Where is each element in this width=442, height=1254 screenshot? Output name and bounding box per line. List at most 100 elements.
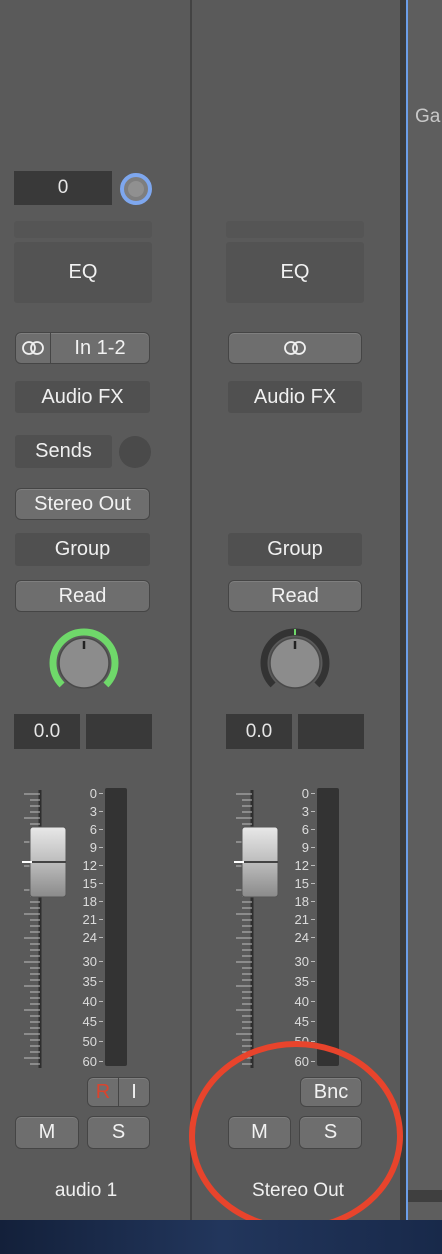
meter-scale-dash bbox=[99, 847, 103, 848]
eq-thumbnail[interactable] bbox=[14, 221, 152, 238]
meter-scale: 0 3 6 9 12 15 18 21 24 30 35 40 45 50 60 bbox=[281, 786, 315, 1068]
meter-scale-dash bbox=[99, 1041, 103, 1042]
input-gain-field[interactable]: 0 bbox=[14, 171, 112, 205]
meter-scale-tick: 60 bbox=[82, 1054, 97, 1069]
meter-scale-dash bbox=[99, 883, 103, 884]
automation-mode-button[interactable]: Read bbox=[228, 580, 362, 612]
gain-label: Ga bbox=[415, 106, 441, 127]
mixer-window: 0 EQ In 1-2 Audio FX Sends Stereo Out Gr… bbox=[0, 0, 442, 1220]
meter-scale-dash bbox=[99, 981, 103, 982]
unity-gain-marker bbox=[234, 861, 244, 863]
volume-value-field[interactable]: 0.0 bbox=[14, 714, 80, 749]
meter-scale-tick: 18 bbox=[294, 894, 309, 909]
meter-scale-tick: 50 bbox=[82, 1034, 97, 1049]
meter-scale-tick: 3 bbox=[301, 804, 309, 819]
level-meter bbox=[105, 788, 127, 1066]
meter-scale-dash bbox=[311, 793, 315, 794]
pan-knob[interactable] bbox=[46, 627, 122, 701]
desktop-background bbox=[0, 1220, 442, 1254]
meter-scale-dash bbox=[99, 901, 103, 902]
pan-knob[interactable] bbox=[257, 627, 333, 701]
stereo-link-icon[interactable] bbox=[15, 332, 51, 364]
channel-strip-audio-1: 0 EQ In 1-2 Audio FX Sends Stereo Out Gr… bbox=[0, 0, 190, 1220]
meter-scale-tick: 3 bbox=[89, 804, 97, 819]
meter-scale-tick: 12 bbox=[294, 858, 309, 873]
volume-fader-handle[interactable] bbox=[241, 826, 279, 898]
right-pane-panel bbox=[406, 0, 442, 1220]
meter-scale-dash bbox=[99, 961, 103, 962]
meter-scale-tick: 30 bbox=[294, 954, 309, 969]
meter-scale-dash bbox=[99, 1061, 103, 1062]
meter-scale-tick: 35 bbox=[294, 974, 309, 989]
meter-scale-tick: 6 bbox=[89, 822, 97, 837]
meter-scale-dash bbox=[99, 937, 103, 938]
meter-scale-dash bbox=[311, 883, 315, 884]
meter-scale-dash bbox=[311, 919, 315, 920]
meter-scale-tick: 9 bbox=[89, 840, 97, 855]
meter-scale-dash bbox=[99, 865, 103, 866]
unity-gain-marker bbox=[22, 861, 32, 863]
meter-scale-tick: 15 bbox=[82, 876, 97, 891]
meter-scale-dash bbox=[99, 811, 103, 812]
meter-scale-dash bbox=[99, 1021, 103, 1022]
channel-strip-stereo-out: EQ Audio FX Group Read 0.0 0 3 6 9 12 15 18 21 2… bbox=[192, 0, 400, 1220]
input-monitoring-button[interactable]: I bbox=[118, 1077, 150, 1107]
input-gain-knob-icon[interactable] bbox=[119, 172, 153, 206]
peak-level-field bbox=[86, 714, 152, 749]
meter-scale-tick: 45 bbox=[82, 1014, 97, 1029]
meter-scale-tick: 21 bbox=[294, 912, 309, 927]
meter-scale-dash bbox=[311, 847, 315, 848]
meter-scale: 0 3 6 9 12 15 18 21 24 30 35 40 45 50 60 bbox=[69, 786, 103, 1069]
meter-scale-tick: 9 bbox=[301, 840, 309, 855]
sends-slot[interactable]: Sends bbox=[15, 435, 112, 468]
meter-scale-tick: 40 bbox=[82, 994, 97, 1009]
meter-scale-tick: 24 bbox=[294, 930, 309, 945]
eq-thumbnail[interactable] bbox=[226, 221, 364, 238]
meter-scale-dash bbox=[311, 1001, 315, 1002]
peak-level-field bbox=[298, 714, 364, 749]
meter-scale-tick: 0 bbox=[89, 786, 97, 801]
meter-scale-tick: 40 bbox=[294, 994, 309, 1009]
meter-scale-dash bbox=[311, 981, 315, 982]
meter-scale-tick: 0 bbox=[301, 786, 309, 801]
meter-scale-tick: 6 bbox=[301, 822, 309, 837]
meter-scale-dash bbox=[99, 919, 103, 920]
audio-fx-slot[interactable]: Audio FX bbox=[228, 381, 362, 413]
meter-scale-tick: 21 bbox=[82, 912, 97, 927]
eq-slot[interactable]: EQ bbox=[14, 242, 152, 303]
group-slot[interactable]: Group bbox=[15, 533, 150, 566]
meter-scale-dash bbox=[311, 811, 315, 812]
solo-button[interactable]: S bbox=[87, 1116, 150, 1149]
stereo-link-icon[interactable] bbox=[228, 332, 362, 364]
meter-scale-tick: 12 bbox=[82, 858, 97, 873]
right-pane bbox=[400, 0, 442, 1220]
meter-scale-tick: 35 bbox=[82, 974, 97, 989]
meter-scale-tick: 30 bbox=[82, 954, 97, 969]
meter-scale-tick: 15 bbox=[294, 876, 309, 891]
output-slot[interactable]: Stereo Out bbox=[15, 488, 150, 520]
meter-scale-tick: 18 bbox=[82, 894, 97, 909]
meter-scale-dash bbox=[99, 829, 103, 830]
automation-mode-button[interactable]: Read bbox=[15, 580, 150, 612]
send-level-knob[interactable] bbox=[119, 436, 151, 468]
meter-scale-tick: 45 bbox=[294, 1014, 309, 1029]
meter-scale-dash bbox=[311, 961, 315, 962]
right-pane-bar bbox=[408, 1190, 442, 1202]
audio-fx-slot[interactable]: Audio FX bbox=[15, 381, 150, 413]
record-enable-button[interactable]: R bbox=[87, 1077, 119, 1107]
meter-scale-tick: 24 bbox=[82, 930, 97, 945]
meter-scale-dash bbox=[311, 937, 315, 938]
meter-scale-dash bbox=[99, 793, 103, 794]
meter-scale-dash bbox=[311, 865, 315, 866]
volume-fader-handle[interactable] bbox=[29, 826, 67, 898]
eq-slot[interactable]: EQ bbox=[226, 242, 364, 303]
input-slot[interactable]: In 1-2 bbox=[50, 332, 150, 364]
meter-scale-dash bbox=[311, 1021, 315, 1022]
volume-value-field[interactable]: 0.0 bbox=[226, 714, 292, 749]
meter-scale-dash bbox=[99, 1001, 103, 1002]
track-name[interactable]: audio 1 bbox=[0, 1180, 172, 1202]
mute-button[interactable]: M bbox=[15, 1116, 79, 1149]
group-slot[interactable]: Group bbox=[228, 533, 362, 566]
level-meter bbox=[317, 788, 339, 1066]
meter-scale-dash bbox=[311, 829, 315, 830]
